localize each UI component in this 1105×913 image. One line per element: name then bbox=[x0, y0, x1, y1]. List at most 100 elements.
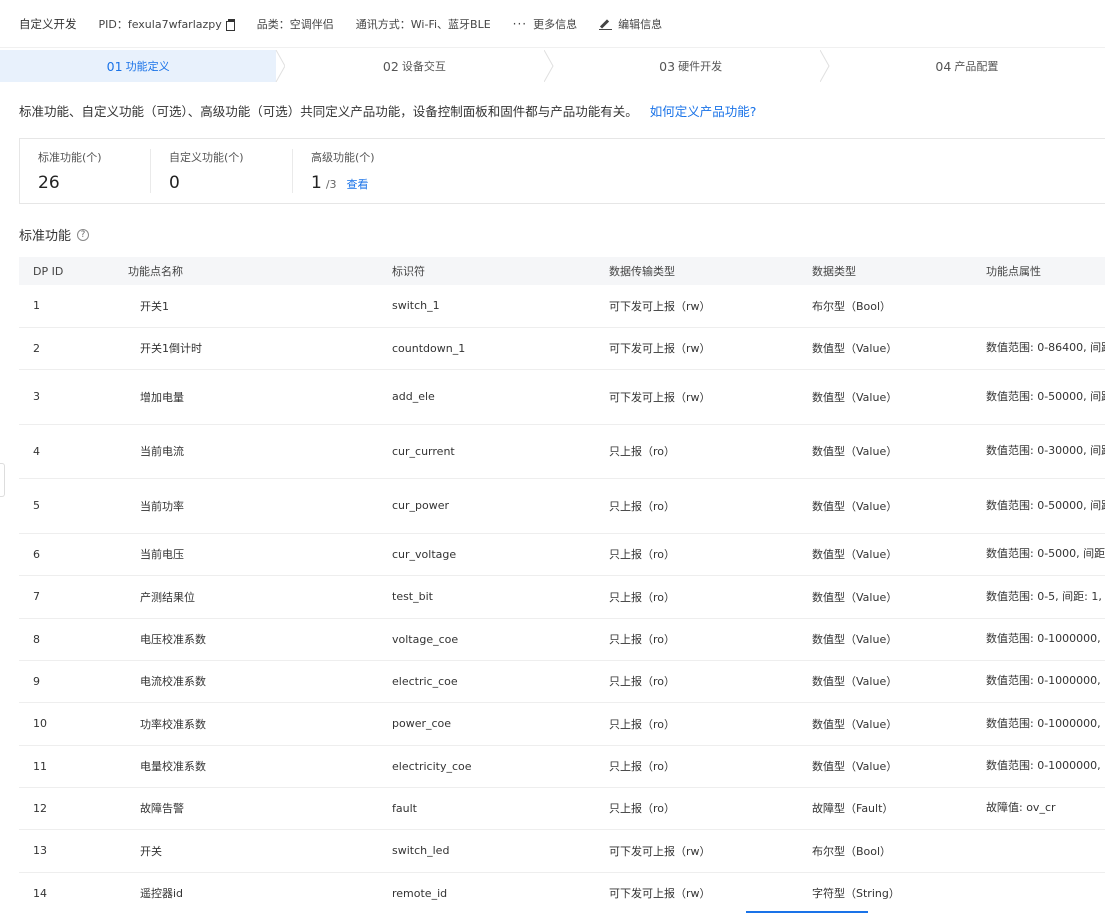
cell-properties: 数值范围: 0-5, 间距: 1, 倍 bbox=[986, 575, 1105, 619]
cell-identifier: voltage_coe bbox=[392, 618, 609, 661]
view-advanced-link[interactable]: 查看 bbox=[347, 176, 369, 192]
cell-name: 开关1倒计时 bbox=[128, 327, 392, 370]
more-icon: ··· bbox=[512, 16, 528, 31]
step-label: 硬件开发 bbox=[678, 60, 723, 73]
cell-data-type: 数值型（Value） bbox=[812, 618, 986, 661]
table-row[interactable]: 2 开关1倒计时 countdown_1 可下发可上报（rw） 数值型（Value） 数值… bbox=[19, 327, 1105, 370]
cell-properties: 数值范围: 0-1000000, 间 bbox=[986, 618, 1105, 661]
step-function-definition[interactable]: 01 功能定义 bbox=[0, 50, 286, 82]
edit-icon bbox=[599, 18, 613, 30]
cell-identifier: cur_current bbox=[392, 424, 609, 479]
cell-name: 功率校准系数 bbox=[128, 702, 392, 746]
cell-identifier: fault bbox=[392, 787, 609, 830]
section-title-text: 标准功能 bbox=[19, 229, 72, 244]
cell-properties: 故障值: ov_cr bbox=[986, 787, 1105, 830]
cell-transfer-type: 可下发可上报（rw） bbox=[609, 327, 812, 370]
cell-dp-id: 9 bbox=[19, 660, 128, 703]
table-row[interactable]: 7 产测结果位 test_bit 只上报（ro） 数值型（Value） 数值范围: 0-5… bbox=[19, 575, 1105, 619]
copy-icon[interactable] bbox=[225, 18, 235, 31]
table-row[interactable]: 6 当前电压 cur_voltage 只上报（ro） 数值型（Value） 数值范围: 0… bbox=[19, 533, 1105, 576]
step-navigation: 01 功能定义 02 设备交互 03 硬件开发 04 产品配置 bbox=[0, 50, 1105, 82]
stat-advanced: 高级功能(个) 1 /3 查看 bbox=[292, 149, 452, 193]
table-row[interactable]: 14 遥控器id remote_id 可下发可上报（rw） 字符型（String） bbox=[19, 872, 1105, 913]
cell-properties: 数值范围: 0-5000, 间距: bbox=[986, 533, 1105, 576]
help-icon[interactable]: ? bbox=[77, 228, 90, 241]
cell-transfer-type: 只上报（ro） bbox=[609, 787, 812, 830]
cell-transfer-type: 可下发可上报（rw） bbox=[609, 872, 812, 913]
product-category: 品类：空调伴侣 bbox=[256, 17, 334, 31]
cell-transfer-type: 只上报（ro） bbox=[609, 702, 812, 746]
cell-identifier: test_bit bbox=[392, 575, 609, 619]
step-hardware-development[interactable]: 03 硬件开发 bbox=[553, 50, 830, 82]
more-info-label: 更多信息 bbox=[533, 17, 578, 31]
section-title: 标准功能 ? bbox=[19, 225, 90, 244]
table-row[interactable]: 8 电压校准系数 voltage_coe 只上报（ro） 数值型（Value） 数值范围:… bbox=[19, 618, 1105, 661]
cell-properties: 数值范围: 0-30000, 间距 mA bbox=[986, 424, 1105, 479]
how-to-define-link[interactable]: 如何定义产品功能? bbox=[650, 104, 757, 119]
table-row[interactable]: 1 开关1 switch_1 可下发可上报（rw） 布尔型（Bool） bbox=[19, 285, 1105, 328]
cell-transfer-type: 可下发可上报（rw） bbox=[609, 369, 812, 425]
step-label: 产品配置 bbox=[954, 60, 999, 73]
cell-transfer-type: 只上报（ro） bbox=[609, 575, 812, 619]
cell-transfer-type: 只上报（ro） bbox=[609, 533, 812, 576]
cell-identifier: switch_1 bbox=[392, 285, 609, 328]
step-label: 设备交互 bbox=[401, 60, 446, 73]
product-info-bar: 自定义开发 PID：fexula7wfarlazpy 品类：空调伴侣 通讯方式：… bbox=[0, 0, 1105, 48]
cell-data-type: 数值型（Value） bbox=[812, 533, 986, 576]
cell-transfer-type: 只上报（ro） bbox=[609, 660, 812, 703]
cell-data-type: 数值型（Value） bbox=[812, 745, 986, 788]
cell-data-type: 数值型（Value） bbox=[812, 478, 986, 534]
cell-data-type: 数值型（Value） bbox=[812, 327, 986, 370]
cell-properties: 数值范围: 0-50000, 间距 W bbox=[986, 478, 1105, 534]
table-row[interactable]: 12 故障告警 fault 只上报（ro） 故障型（Fault） 故障值: ov_cr bbox=[19, 787, 1105, 830]
edit-info-button[interactable]: 编辑信息 bbox=[599, 16, 662, 32]
cell-dp-id: 5 bbox=[19, 478, 128, 534]
step-product-configuration[interactable]: 04 产品配置 bbox=[829, 50, 1105, 82]
function-stats-panel: 标准功能(个) 26 自定义功能(个) 0 高级功能(个) 1 /3 查看 bbox=[19, 138, 1105, 204]
table-row[interactable]: 13 开关 switch_led 可下发可上报（rw） 布尔型（Bool） bbox=[19, 829, 1105, 873]
cell-identifier: electricity_coe bbox=[392, 745, 609, 788]
step-number: 02 bbox=[382, 58, 399, 74]
step-separator bbox=[819, 50, 830, 82]
cell-transfer-type: 可下发可上报（rw） bbox=[609, 829, 812, 873]
cell-name: 开关 bbox=[128, 829, 392, 873]
cell-data-type: 数值型（Value） bbox=[812, 575, 986, 619]
cell-dp-id: 14 bbox=[19, 872, 128, 913]
stat-value: 26 bbox=[38, 173, 60, 193]
cell-data-type: 数值型（Value） bbox=[812, 424, 986, 479]
stat-value: 1 bbox=[311, 173, 322, 193]
column-header-identifier: 标识符 bbox=[392, 265, 425, 278]
cell-dp-id: 8 bbox=[19, 618, 128, 661]
table-row[interactable]: 4 当前电流 cur_current 只上报（ro） 数值型（Value） 数值范围: 0… bbox=[19, 424, 1105, 479]
table-row[interactable]: 11 电量校准系数 electricity_coe 只上报（ro） 数值型（Value）… bbox=[19, 745, 1105, 788]
stat-standard: 标准功能(个) 26 bbox=[20, 149, 150, 193]
edit-info-label: 编辑信息 bbox=[618, 17, 663, 31]
step-label: 功能定义 bbox=[125, 60, 170, 73]
step-device-interaction[interactable]: 02 设备交互 bbox=[276, 50, 554, 82]
cell-dp-id: 13 bbox=[19, 829, 128, 873]
table-row[interactable]: 5 当前功率 cur_power 只上报（ro） 数值型（Value） 数值范围: 0-5… bbox=[19, 478, 1105, 534]
cell-identifier: remote_id bbox=[392, 872, 609, 913]
cell-properties: 数值范围: 0-86400, 间距 bbox=[986, 327, 1105, 370]
step-number: 01 bbox=[106, 58, 123, 74]
cell-identifier: countdown_1 bbox=[392, 327, 609, 370]
cell-identifier: power_coe bbox=[392, 702, 609, 746]
cell-name: 当前电压 bbox=[128, 533, 392, 576]
standard-functions-table: DP ID 功能点名称 标识符 数据传输类型 数据类型 功能点属性 1 开关1 sw… bbox=[19, 257, 1105, 913]
pid-text: PID：fexula7wfarlazpy bbox=[98, 17, 222, 31]
table-header-row: DP ID 功能点名称 标识符 数据传输类型 数据类型 功能点属性 bbox=[19, 257, 1105, 285]
step-separator bbox=[543, 50, 554, 82]
cell-dp-id: 3 bbox=[19, 369, 128, 425]
cell-transfer-type: 只上报（ro） bbox=[609, 618, 812, 661]
cell-data-type: 布尔型（Bool） bbox=[812, 829, 986, 873]
table-row[interactable]: 10 功率校准系数 power_coe 只上报（ro） 数值型（Value） 数值范围: … bbox=[19, 702, 1105, 746]
column-header-properties: 功能点属性 bbox=[986, 265, 1041, 278]
cell-properties: 数值范围: 0-1000000, 间 bbox=[986, 660, 1105, 703]
table-row[interactable]: 3 增加电量 add_ele 可下发可上报（rw） 数值型（Value） 数值范围: 0-… bbox=[19, 369, 1105, 425]
more-info-button[interactable]: ··· 更多信息 bbox=[513, 16, 577, 32]
cell-identifier: cur_power bbox=[392, 478, 609, 534]
stat-label: 高级功能(个) bbox=[311, 151, 375, 164]
table-row[interactable]: 9 电流校准系数 electric_coe 只上报（ro） 数值型（Value） 数值范围… bbox=[19, 660, 1105, 703]
collapse-handle[interactable] bbox=[0, 463, 5, 497]
cell-identifier: switch_led bbox=[392, 829, 609, 873]
